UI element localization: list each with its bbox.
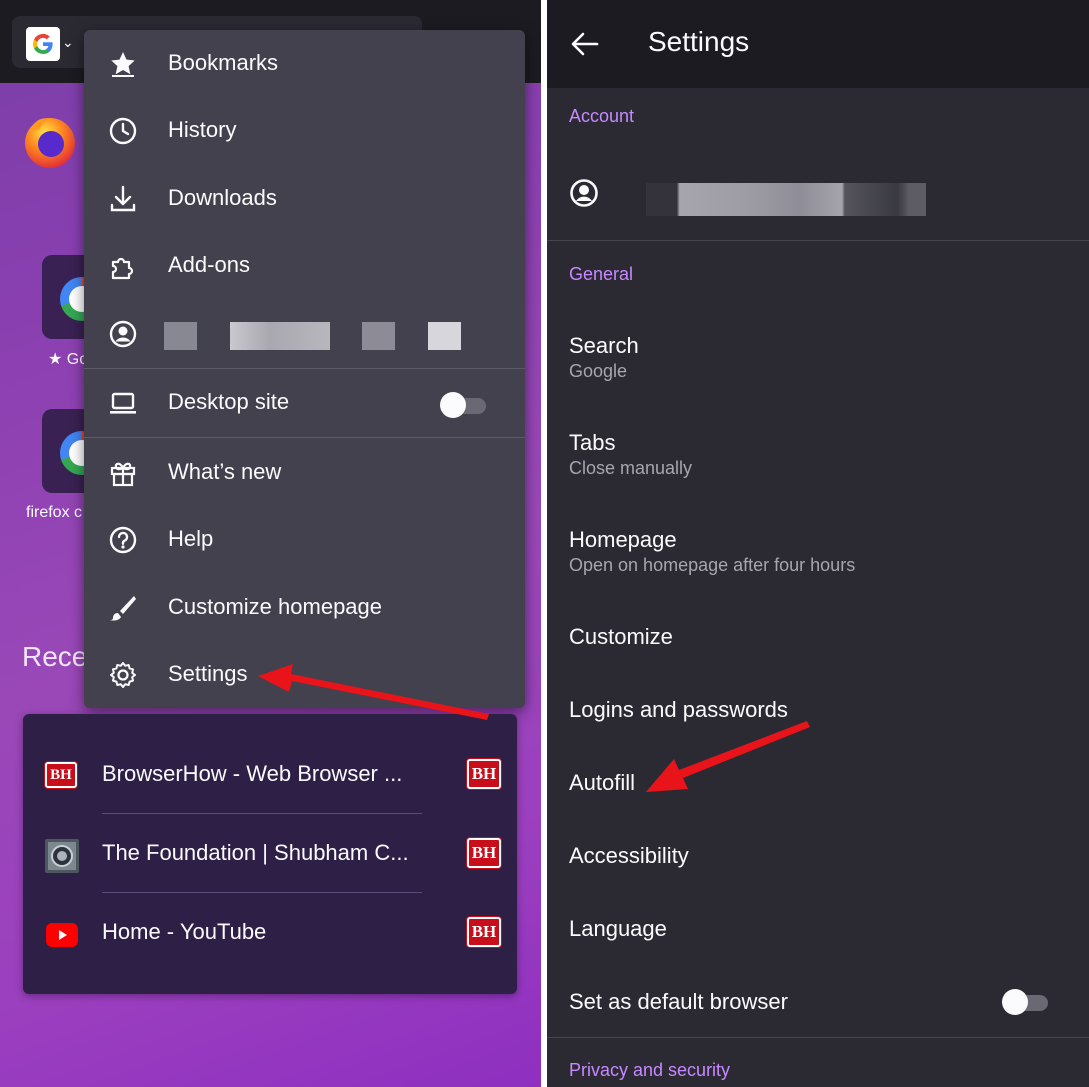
menu-item-label: Bookmarks bbox=[168, 50, 279, 75]
menu-item-label: Customize homepage bbox=[168, 594, 383, 619]
firefox-home-screen: ⌄ ★ Go firefox c Rece Bookmarks History … bbox=[0, 0, 541, 1087]
bh-badge-icon[interactable]: BH bbox=[467, 759, 501, 789]
section-header-account: Account bbox=[569, 106, 635, 126]
recent-item[interactable]: Home - YouTube BH bbox=[23, 894, 517, 973]
row-subtitle: Google bbox=[569, 361, 628, 381]
row-title: Tabs bbox=[569, 430, 616, 455]
section-header-privacy: Privacy and security bbox=[569, 1060, 731, 1080]
shortcut-label: firefox c bbox=[26, 504, 83, 521]
puzzle-icon bbox=[111, 257, 134, 280]
gear-icon bbox=[110, 662, 136, 688]
overflow-menu: Bookmarks History Downloads Add-ons Desk… bbox=[84, 30, 525, 708]
bh-badge-icon[interactable]: BH bbox=[467, 917, 501, 947]
settings-row-language[interactable]: Language bbox=[569, 916, 667, 942]
settings-row-accessibility[interactable]: Accessibility bbox=[569, 843, 689, 869]
list-divider bbox=[102, 892, 422, 893]
section-header-general: General bbox=[569, 264, 634, 284]
menu-item-addons[interactable]: Add-ons bbox=[84, 232, 525, 299]
menu-item-whats-new[interactable]: What’s new bbox=[84, 439, 525, 506]
menu-item-history[interactable]: History bbox=[84, 97, 525, 164]
menu-item-label: What’s new bbox=[168, 459, 282, 484]
menu-item-settings[interactable]: Settings bbox=[84, 641, 525, 708]
redacted-account-name bbox=[428, 322, 461, 350]
toggle-knob bbox=[1002, 989, 1028, 1015]
account-icon bbox=[109, 320, 137, 348]
default-browser-toggle[interactable] bbox=[1002, 987, 1052, 1015]
row-subtitle: Close manually bbox=[569, 458, 693, 478]
account-icon[interactable] bbox=[569, 178, 599, 208]
settings-screen: Settings Account General Search Google T… bbox=[547, 0, 1089, 1087]
menu-item-label: Add-ons bbox=[168, 252, 250, 277]
firefox-logo-icon bbox=[25, 118, 75, 168]
toggle-knob bbox=[440, 392, 466, 418]
google-icon bbox=[32, 33, 53, 55]
back-arrow-icon[interactable] bbox=[569, 28, 601, 60]
menu-item-downloads[interactable]: Downloads bbox=[84, 165, 525, 232]
star-icon bbox=[111, 52, 135, 77]
menu-divider bbox=[84, 437, 525, 438]
recent-item[interactable]: The Foundation | Shubham C... BH bbox=[23, 815, 517, 894]
menu-item-label: Settings bbox=[168, 661, 248, 686]
redacted-account-name bbox=[362, 322, 395, 350]
page-title: Settings bbox=[648, 26, 750, 57]
brush-icon bbox=[110, 596, 136, 621]
menu-item-label: Help bbox=[168, 526, 214, 551]
redacted-account-name bbox=[230, 322, 330, 350]
shortcut-label: ★ Go bbox=[48, 351, 89, 368]
row-subtitle: Open on homepage after four hours bbox=[569, 555, 856, 575]
search-engine-selector[interactable] bbox=[26, 27, 60, 61]
settings-row-autofill[interactable]: Autofill bbox=[569, 770, 635, 796]
menu-item-account[interactable] bbox=[84, 300, 525, 367]
gift-icon bbox=[110, 462, 136, 487]
redacted-account-name bbox=[164, 322, 197, 350]
menu-item-help[interactable]: Help bbox=[84, 506, 525, 573]
recent-heading: Rece bbox=[22, 641, 88, 672]
redacted-account-name[interactable] bbox=[646, 183, 926, 216]
menu-item-label: Downloads bbox=[168, 185, 277, 210]
settings-row-logins[interactable]: Logins and passwords bbox=[569, 697, 788, 723]
help-icon bbox=[109, 526, 137, 554]
recent-item[interactable]: BH BrowserHow - Web Browser ... BH bbox=[23, 736, 517, 815]
recent-item-title: The Foundation | Shubham C... bbox=[102, 840, 409, 865]
bh-badge-icon[interactable]: BH bbox=[467, 838, 501, 868]
desktop-site-toggle[interactable] bbox=[440, 390, 488, 418]
settings-row-customize[interactable]: Customize bbox=[569, 624, 673, 650]
menu-item-label: Desktop site bbox=[168, 389, 290, 414]
row-title: Homepage bbox=[569, 527, 677, 552]
clock-icon bbox=[109, 117, 137, 145]
menu-item-label: History bbox=[168, 117, 237, 142]
section-divider bbox=[547, 1037, 1089, 1038]
list-divider bbox=[102, 813, 422, 814]
row-title: Search bbox=[569, 333, 639, 358]
download-icon bbox=[110, 185, 136, 212]
recent-item-title: Home - YouTube bbox=[102, 919, 267, 944]
menu-item-customize-homepage[interactable]: Customize homepage bbox=[84, 574, 525, 641]
settings-row-default-browser[interactable]: Set as default browser bbox=[569, 989, 788, 1015]
bh-favicon-icon: BH bbox=[45, 762, 77, 788]
youtube-favicon-icon bbox=[45, 918, 79, 952]
recently-visited-card: BH BrowserHow - Web Browser ... BH The F… bbox=[23, 714, 517, 994]
laptop-icon bbox=[110, 392, 136, 414]
menu-item-bookmarks[interactable]: Bookmarks bbox=[84, 30, 525, 97]
section-divider bbox=[547, 240, 1089, 241]
foundation-favicon-icon bbox=[45, 839, 79, 873]
chevron-down-icon[interactable]: ⌄ bbox=[62, 34, 74, 51]
settings-app-bar: Settings bbox=[547, 0, 1089, 88]
recent-item-title: BrowserHow - Web Browser ... bbox=[102, 761, 403, 786]
